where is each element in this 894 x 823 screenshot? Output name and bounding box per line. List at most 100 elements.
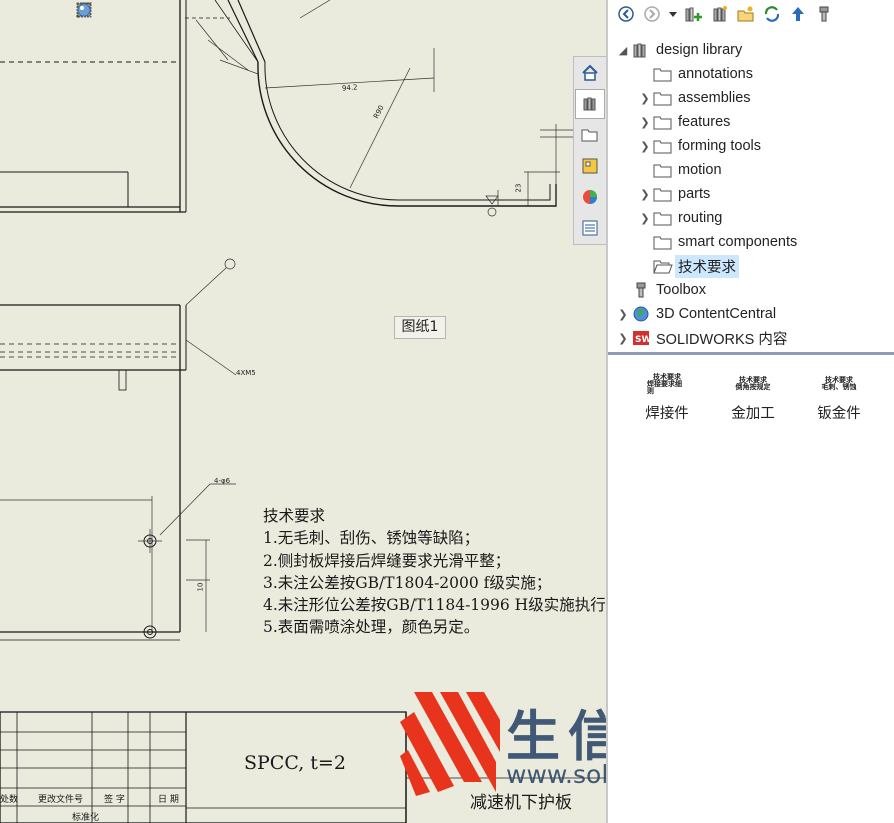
folder-icon [652,233,674,251]
tree-item-label: features [678,114,731,130]
note-line: 1.无毛刺、刮伤、锈蚀等缺陷； [263,529,480,548]
up-one-level-icon[interactable] [788,4,808,24]
tree-item-toolbox[interactable]: Toolbox [616,278,706,302]
dimension-label: 10 [196,582,205,592]
tree-item-label: annotations [678,66,753,82]
select-icon[interactable] [77,2,168,22]
tree-item-label: smart components [678,234,798,250]
tree-item-features[interactable]: ❯ features [638,110,730,134]
tree-item-smart-components[interactable]: smart components [638,230,797,254]
tree-item-assemblies[interactable]: ❯ assemblies [638,86,751,110]
tree-item-parts[interactable]: ❯ parts [638,182,710,206]
title-block-label: 更改文件号 [38,795,84,805]
library-item-label: 焊接件 [645,406,689,422]
folder-open-icon [652,257,674,275]
back-icon[interactable] [616,4,636,24]
rotate-icon[interactable] [77,2,192,22]
folder-icon [652,209,674,227]
design-library-pane: ◢ design library annotations ❯ assemblie… [606,0,894,823]
chevron-right-icon[interactable]: ❯ [616,332,630,345]
tree-item-label: forming tools [678,138,762,154]
create-new-folder-icon[interactable] [736,4,756,24]
tree-item-label: design library [656,42,743,58]
chevron-right-icon[interactable]: ❯ [638,140,652,153]
design-library-icon[interactable] [575,89,605,119]
tree-item-routing[interactable]: ❯ routing [638,206,722,230]
chevron-down-icon[interactable]: ◢ [616,44,630,57]
pane-splitter[interactable] [608,352,894,355]
library-item-label: 金加工 [731,406,775,422]
tree-item-technical-requirements[interactable]: 技术要求 [638,254,739,278]
design-library-toolbar [616,3,834,25]
folder-icon [652,65,674,83]
svg-text:SW: SW [635,335,650,345]
library-item-sheet-metal[interactable]: 技术要求 毛刺、锈蚀 钣金件 [796,372,882,423]
tree-item-label: parts [678,186,711,202]
add-to-library-icon[interactable] [684,4,704,24]
tree-item-motion[interactable]: motion [638,158,722,182]
toolbox-icon[interactable] [814,4,834,24]
custom-properties-icon[interactable] [575,213,605,243]
notes-title: 技术要求 [263,507,326,525]
tree-item-label: assemblies [678,90,751,106]
title-block-label: 日 期 [158,795,179,805]
view-palette-icon[interactable] [575,151,605,181]
note-line: 4.未注形位公差按GB/T1184-1996 H级实施执行 [263,596,606,615]
tree-item-forming-tools[interactable]: ❯ forming tools [638,134,761,158]
annotation-preview-icon: 技术要求 倒角按规定 [735,376,771,391]
note-line: 5.表面需喷涂处理，颜色另定。 [263,618,480,637]
dropdown-icon[interactable] [668,4,678,24]
title-block-label: 签 字 [104,795,125,805]
appearances-icon[interactable] [575,182,605,212]
refresh-icon[interactable] [762,4,782,24]
dimension-label: 4-φ6 [214,477,231,485]
toolbox-icon [630,281,652,299]
library-item-welding[interactable]: 技术要求 焊接要求细则 焊接件 [624,372,710,423]
zoom-to-area-icon[interactable] [76,2,120,22]
chevron-right-icon[interactable]: ❯ [616,308,630,321]
chevron-right-icon[interactable]: ❯ [638,92,652,105]
display-style-icon[interactable] [77,2,264,22]
appearance-icon[interactable] [77,2,288,22]
technical-requirements-note[interactable]: 技术要求 1.无毛刺、刮伤、锈蚀等缺陷； 2.侧封板焊接后焊缝要求光滑平整； 3… [263,505,606,639]
chevron-right-icon[interactable]: ❯ [638,212,652,225]
sheet-name-label[interactable]: 图纸1 [394,316,446,339]
pan-icon[interactable] [77,2,216,22]
tree-item-3d-contentcentral[interactable]: ❯ 3D ContentCentral [616,302,776,326]
file-explorer-icon[interactable] [575,120,605,150]
chevron-right-icon[interactable]: ❯ [638,116,652,129]
folder-icon [652,161,674,179]
annotation-preview-icon: 技术要求 焊接要求细则 [647,372,682,395]
tree-item-label: routing [678,210,723,226]
company-logo [400,692,500,796]
dimension-label: 94.2 [341,83,358,93]
tree-item-label: 技术要求 [675,254,739,278]
chevron-right-icon[interactable]: ❯ [638,188,652,201]
tree-item-annotations[interactable]: annotations [638,62,753,86]
tree-item-design-library[interactable]: ◢ design library [616,38,742,62]
tree-item-label: Toolbox [656,282,706,298]
library-items-view: 技术要求 焊接要求细则 焊接件 技术要求 倒角按规定 金加工 技术要求 毛刺、锈蚀 钣… [624,372,882,423]
tree-item-label: 3D ContentCentral [656,306,777,322]
annotation-preview-icon: 技术要求 毛刺、锈蚀 [821,376,857,391]
tree-item-label: SOLIDWORKS 内容 [656,331,788,348]
add-file-location-icon[interactable] [710,4,730,24]
note-line: 2.侧封板焊接后焊缝要求光滑平整； [263,551,511,570]
globe-icon [630,305,652,323]
folder-icon [652,137,674,155]
view-orientation-icon[interactable] [76,2,240,22]
folder-icon [652,113,674,131]
task-pane-tabs [573,56,607,245]
forward-icon[interactable] [642,4,662,24]
zoom-in-out-icon[interactable] [76,2,144,22]
title-block-label: 标准化 [72,813,100,823]
home-icon[interactable] [575,58,605,88]
design-library-icon [630,41,652,59]
dimension-label: 4XM5 [236,369,256,377]
solidworks-logo-icon: SW [630,329,652,347]
heads-up-view-toolbar [76,2,288,24]
tree-item-solidworks-content[interactable]: ❯ SW SOLIDWORKS 内容 [616,326,787,350]
material-text: SPCC, t=2 [244,752,346,774]
title-block-label: 处数 [0,795,19,805]
library-item-machining[interactable]: 技术要求 倒角按规定 金加工 [710,372,796,423]
